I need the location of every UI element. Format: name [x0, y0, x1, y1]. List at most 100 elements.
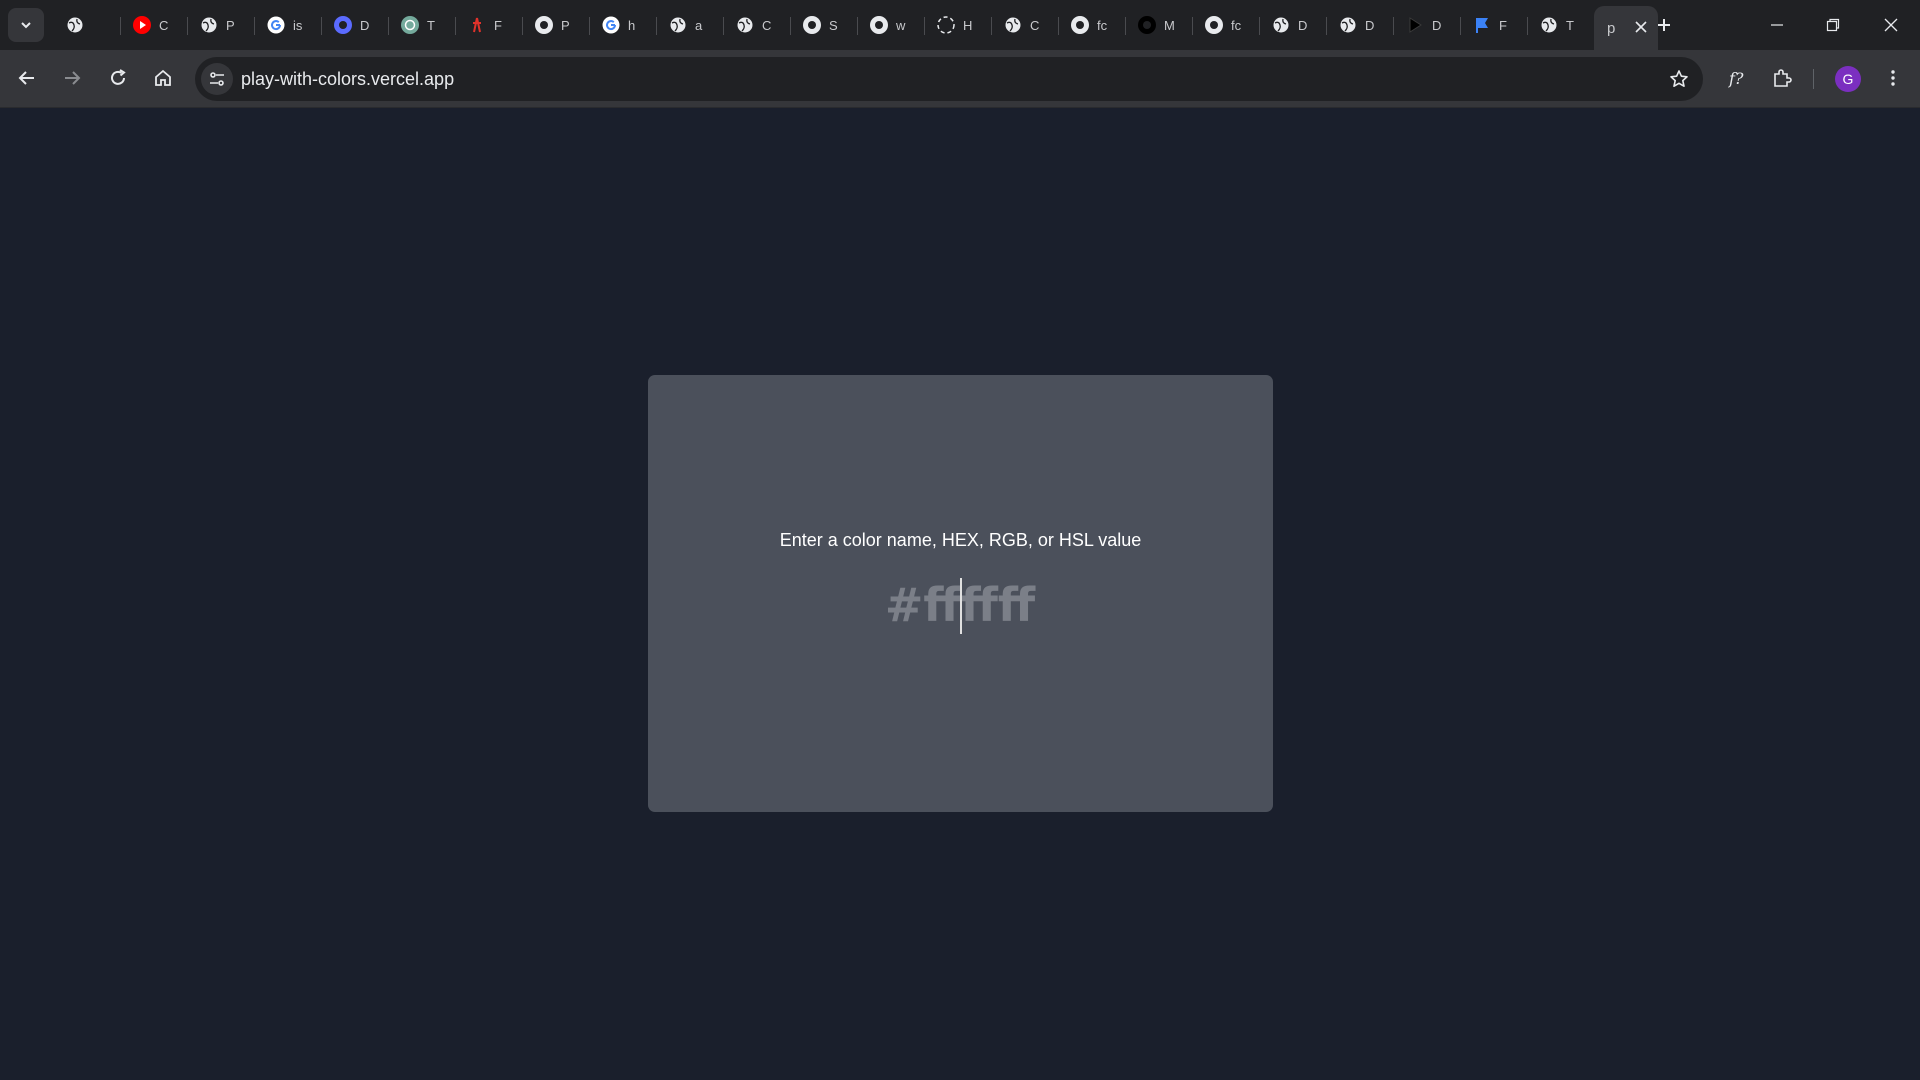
close-tab-button[interactable] [1632, 18, 1650, 36]
tab-title: C [762, 17, 772, 33]
back-button[interactable] [11, 62, 43, 94]
browser-tab[interactable]: D [1393, 6, 1460, 44]
tab-title: P [561, 17, 570, 33]
star-icon [1670, 70, 1688, 87]
tab-search-button[interactable] [8, 8, 44, 42]
browser-tab[interactable]: F [455, 6, 522, 44]
browser-tab[interactable]: P [522, 6, 589, 44]
browser-tab[interactable]: D [1259, 6, 1326, 44]
globe-icon [65, 15, 85, 35]
site-info-button[interactable] [201, 63, 233, 95]
browser-tab[interactable]: F [1460, 6, 1527, 44]
youtube-icon [132, 15, 152, 35]
tab-title: H [963, 17, 973, 33]
browser-tab[interactable]: fc [1192, 6, 1259, 44]
google-icon [601, 15, 621, 35]
function-icon: f? [1728, 69, 1744, 88]
tab-title: F [1499, 17, 1507, 33]
profile-avatar[interactable]: G [1835, 66, 1861, 92]
url-text[interactable]: play-with-colors.vercel.app [241, 69, 454, 90]
browser-menu-button[interactable] [1877, 62, 1909, 94]
globe-icon [1338, 15, 1358, 35]
browser-tab[interactable]: M [1125, 6, 1192, 44]
chatgpt-icon [400, 15, 420, 35]
browser-tab[interactable]: is [254, 6, 321, 44]
app-icon [1137, 15, 1157, 35]
app-icon [1070, 15, 1090, 35]
browser-tab[interactable]: S [790, 6, 857, 44]
tab-title: C [1030, 17, 1040, 33]
app-icon [869, 15, 889, 35]
tab-title: S [829, 17, 838, 33]
close-icon [1884, 18, 1898, 32]
browser-tab[interactable]: T [388, 6, 455, 44]
globe-icon [1539, 15, 1559, 35]
globe-icon [1271, 15, 1291, 35]
chevron-down-icon [21, 22, 31, 29]
browser-tab[interactable]: C [723, 6, 790, 44]
minimize-button[interactable] [1762, 10, 1792, 40]
browser-tab[interactable]: w [857, 6, 924, 44]
app-icon [1204, 15, 1224, 35]
browser-tab[interactable]: T [1527, 6, 1594, 44]
reload-button[interactable] [102, 62, 134, 94]
color-card: Enter a color name, HEX, RGB, or HSL val… [648, 375, 1273, 812]
tab-list: C Pis D T F Ph a C Sw H Cfc Mfc D D D F Tp [53, 6, 1658, 50]
browser-toolbar: play-with-colors.vercel.app f? G [0, 50, 1920, 108]
tab-title: fc [1231, 17, 1241, 33]
tab-title: w [896, 17, 906, 33]
tab-title: is [293, 17, 303, 33]
extension-button[interactable]: f? [1720, 62, 1752, 94]
text-cursor [960, 578, 962, 634]
app-icon [802, 15, 822, 35]
forward-button[interactable] [56, 62, 88, 94]
browser-tab[interactable]: H [924, 6, 991, 44]
more-vertical-icon [1891, 70, 1895, 86]
tab-title: C [159, 17, 169, 33]
browser-tab[interactable]: C [120, 6, 187, 44]
flag-icon [1472, 15, 1492, 35]
globe-icon [668, 15, 688, 35]
minimize-icon [1771, 24, 1783, 26]
tune-icon [210, 72, 224, 86]
restore-button[interactable] [1818, 10, 1848, 40]
globe-icon [735, 15, 755, 35]
tab-title: fc [1097, 17, 1107, 33]
svg-text:f?: f? [1728, 69, 1744, 88]
browser-tab[interactable]: fc [1058, 6, 1125, 44]
extensions-menu-button[interactable] [1766, 62, 1798, 94]
tab-title: D [1365, 17, 1375, 33]
address-bar[interactable]: play-with-colors.vercel.app [195, 57, 1703, 101]
tab-title: T [427, 17, 435, 33]
restore-icon [1826, 18, 1840, 32]
tab-title: T [1566, 17, 1574, 33]
browser-tab[interactable]: C [991, 6, 1058, 44]
globe-icon [1003, 15, 1023, 35]
browser-tab[interactable]: h [589, 6, 656, 44]
home-button[interactable] [147, 62, 179, 94]
google-icon [266, 15, 286, 35]
browser-tab[interactable]: D [1326, 6, 1393, 44]
figure-icon [467, 15, 487, 35]
tab-active[interactable]: p [1594, 6, 1658, 50]
globe-icon [199, 15, 219, 35]
home-icon [155, 69, 171, 86]
close-icon [1635, 21, 1647, 33]
browser-tab[interactable]: P [187, 6, 254, 44]
tab-title: h [628, 17, 636, 33]
arrow-right-icon [65, 71, 81, 85]
browser-tab[interactable] [53, 6, 120, 44]
play-icon [1405, 15, 1425, 35]
new-tab-button[interactable] [1651, 12, 1677, 38]
close-window-button[interactable] [1876, 10, 1906, 40]
bookmark-button[interactable] [1665, 65, 1693, 93]
tab-title: p [1607, 19, 1616, 37]
browser-tab[interactable]: a [656, 6, 723, 44]
tab-title: D [1432, 17, 1442, 33]
plus-icon [1658, 19, 1670, 31]
browser-tab[interactable]: D [321, 6, 388, 44]
app-icon [534, 15, 554, 35]
tab-title: F [494, 17, 502, 33]
app-icon [333, 15, 353, 35]
tab-title: P [226, 17, 235, 33]
